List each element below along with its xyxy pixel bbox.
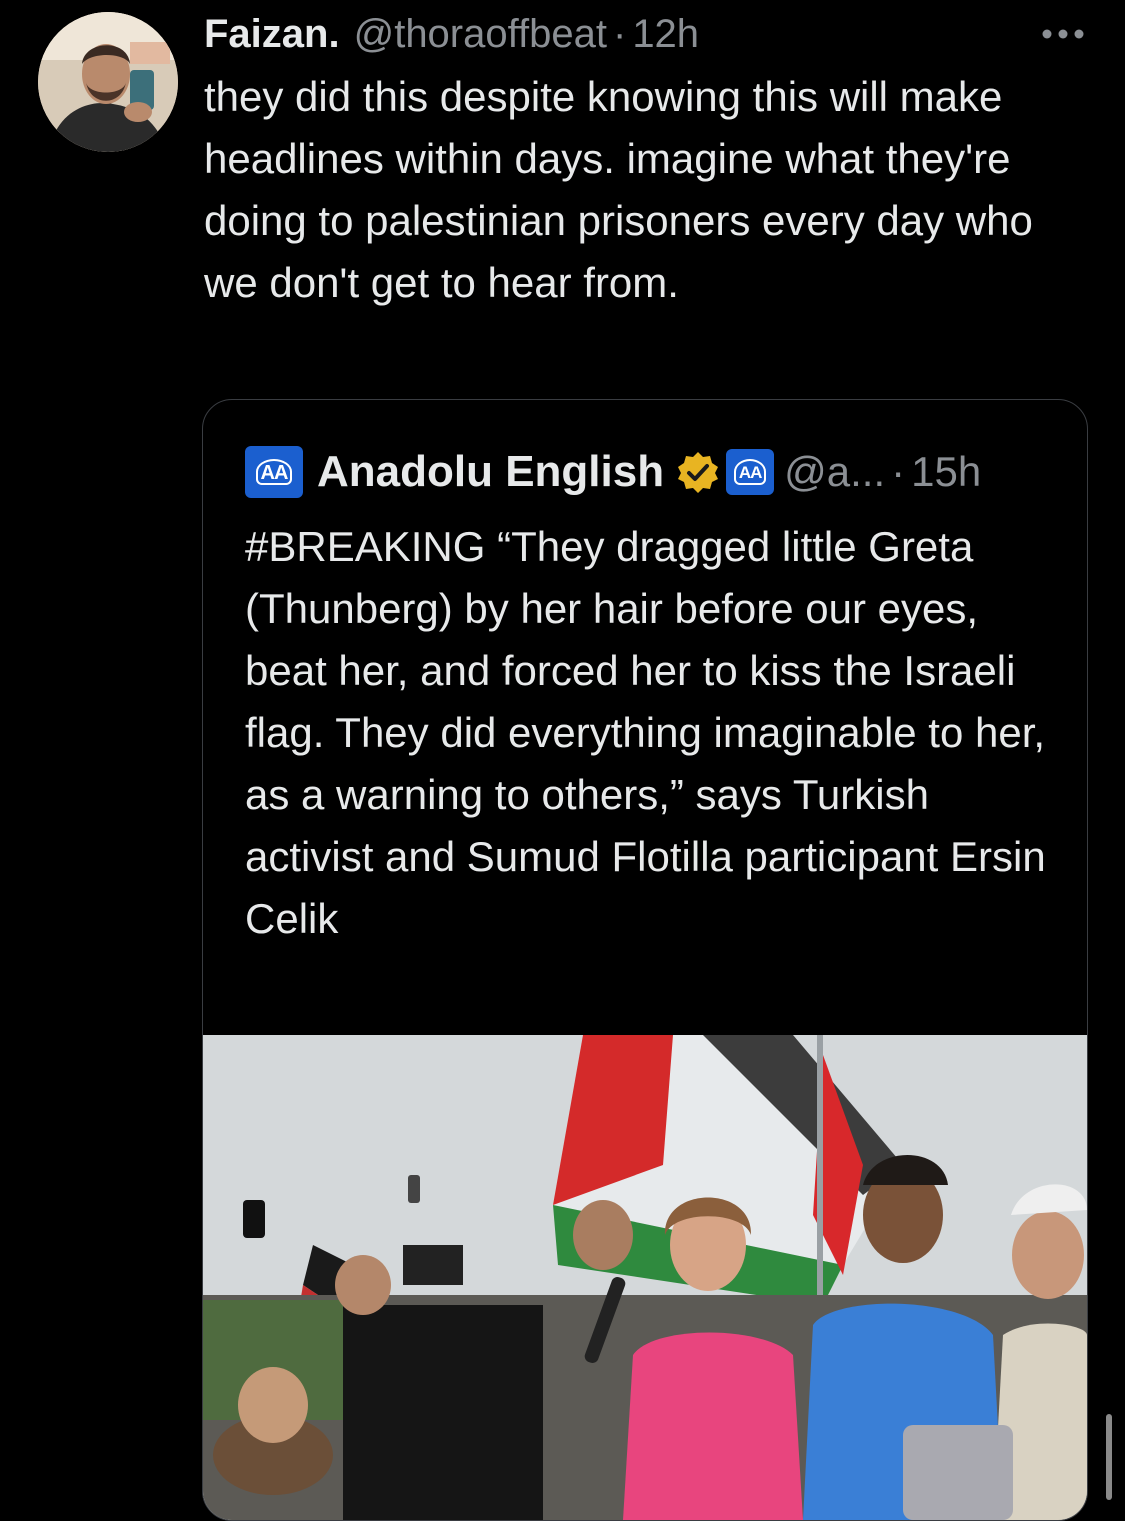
affiliate-logo-text: AA: [733, 459, 767, 485]
profile-photo: [38, 12, 178, 152]
tweet-timestamp[interactable]: 12h: [632, 8, 699, 60]
quoted-tweet-media[interactable]: [203, 1035, 1087, 1520]
protest-photo: [203, 1035, 1087, 1520]
quoted-author-display-name[interactable]: Anadolu English: [317, 447, 664, 497]
gold-verified-badge-icon: [678, 452, 719, 493]
quoted-header-separator: ·: [891, 448, 906, 495]
quoted-tweet-text: #BREAKING “They dragged little Greta (Th…: [245, 523, 1046, 942]
affiliate-badge[interactable]: AA: [726, 449, 775, 495]
scrollbar-thumb[interactable]: [1106, 1414, 1112, 1500]
more-options-button[interactable]: [1038, 14, 1088, 54]
tweet-text: they did this despite knowing this will …: [204, 73, 1033, 306]
author-display-name[interactable]: Faizan.: [204, 8, 340, 60]
anadolu-avatar[interactable]: AA: [245, 446, 303, 498]
more-dots-icon: [1042, 29, 1084, 39]
tweet-header: Faizan. @thoraoffbeat · 12h: [204, 8, 699, 60]
header-separator: ·: [612, 12, 627, 56]
quoted-tweet-timestamp[interactable]: 15h: [911, 448, 981, 496]
tweet[interactable]: Faizan. @thoraoffbeat · 12h they did thi…: [0, 0, 1125, 1521]
author-avatar[interactable]: [38, 12, 178, 152]
quoted-author-handle[interactable]: @a...: [784, 448, 885, 496]
anadolu-logo-text: AA: [255, 459, 293, 485]
author-handle[interactable]: @thoraoffbeat: [354, 8, 607, 60]
quoted-tweet-card[interactable]: AA Anadolu English AA @a... · 15h #BREAK…: [202, 399, 1088, 1521]
quoted-tweet-header: AA Anadolu English AA @a... · 15h: [245, 444, 981, 500]
